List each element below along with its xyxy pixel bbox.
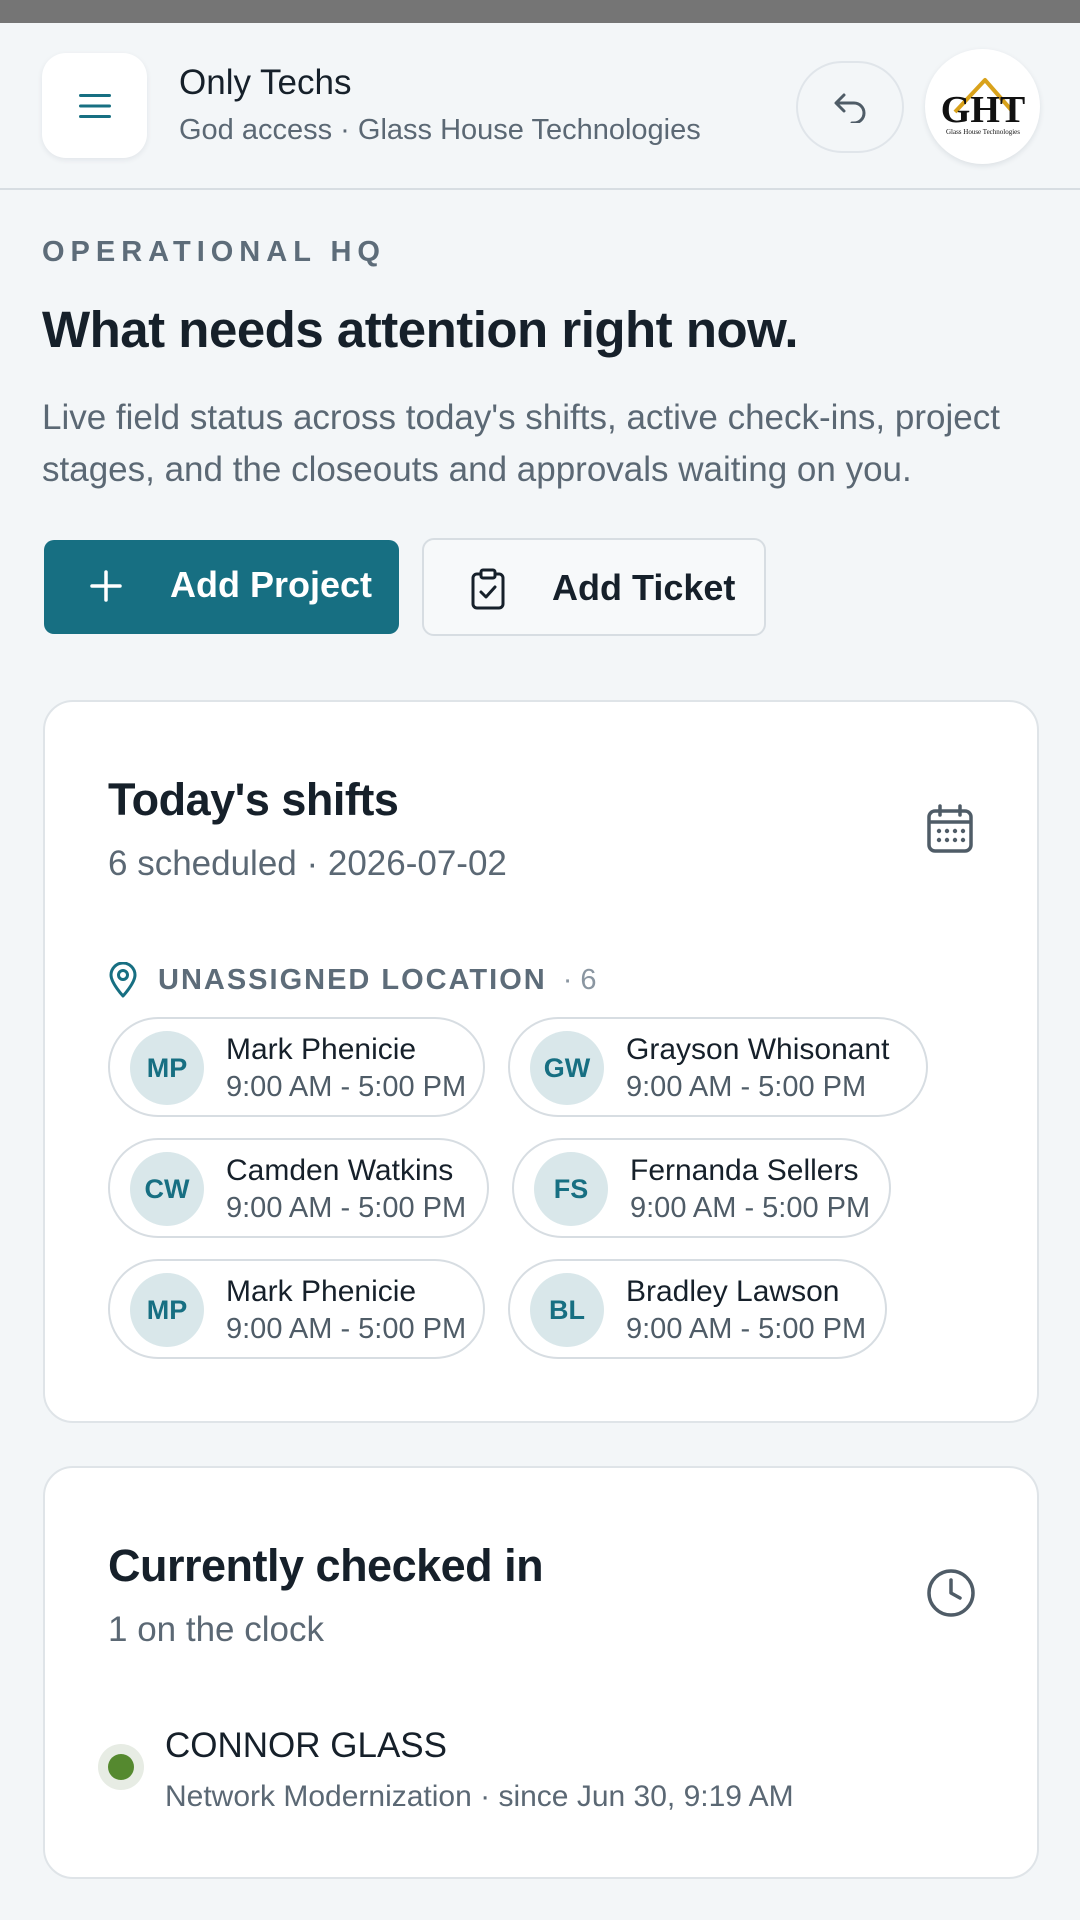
todays-shifts-card: Today's shifts 6 scheduled · 2026-07-02 … — [43, 700, 1039, 1423]
shift-chip[interactable]: GW Grayson Whisonant 9:00 AM - 5:00 PM — [508, 1017, 928, 1117]
shift-person-name: Mark Phenicie — [226, 1033, 417, 1066]
org-title: Only Techs — [179, 63, 352, 102]
shift-chip[interactable]: CW Camden Watkins 9:00 AM - 5:00 PM — [108, 1138, 489, 1238]
checked-in-person-name[interactable]: CONNOR GLASS — [165, 1726, 447, 1766]
shifts-subtitle: 6 scheduled · 2026-07-02 — [108, 844, 507, 883]
initials-avatar: MP — [130, 1273, 204, 1347]
checked-in-title: Currently checked in — [108, 1540, 544, 1591]
logo-text: GHT — [940, 89, 1024, 131]
calendar-icon — [927, 804, 973, 853]
location-group-header: UNASSIGNED LOCATION · 6 — [108, 960, 597, 1000]
org-subtitle: God access · Glass House Technologies — [179, 114, 701, 146]
section-eyebrow: OPERATIONAL HQ — [42, 236, 386, 268]
shift-chip[interactable]: BL Bradley Lawson 9:00 AM - 5:00 PM — [508, 1259, 887, 1359]
shift-time: 9:00 AM - 5:00 PM — [626, 1071, 867, 1103]
initials-avatar: FS — [534, 1152, 608, 1226]
shift-chip[interactable]: MP Mark Phenicie 9:00 AM - 5:00 PM — [108, 1017, 485, 1117]
menu-button[interactable] — [42, 53, 147, 158]
checked-in-subtitle: 1 on the clock — [108, 1610, 324, 1649]
shift-time: 9:00 AM - 5:00 PM — [226, 1192, 467, 1224]
map-pin-icon — [109, 962, 137, 998]
add-project-button[interactable]: Add Project — [44, 540, 399, 634]
initials-avatar: BL — [530, 1273, 604, 1347]
add-ticket-label: Add Ticket — [552, 567, 736, 608]
ght-logo-icon: GHT Glass House Technologies — [940, 77, 1025, 136]
plus-icon — [90, 570, 122, 602]
system-status-bar — [0, 0, 1080, 23]
shift-time: 9:00 AM - 5:00 PM — [226, 1071, 467, 1103]
shift-person-name: Camden Watkins — [226, 1154, 454, 1187]
location-count: · 6 — [562, 963, 597, 996]
shift-person-name: Bradley Lawson — [626, 1275, 840, 1308]
clipboard-check-icon — [471, 568, 505, 610]
page-headline: What needs attention right now. — [42, 301, 799, 358]
shift-time: 9:00 AM - 5:00 PM — [626, 1313, 867, 1345]
shift-chip[interactable]: MP Mark Phenicie 9:00 AM - 5:00 PM — [108, 1259, 485, 1359]
initials-avatar: MP — [130, 1031, 204, 1105]
shift-time: 9:00 AM - 5:00 PM — [630, 1192, 871, 1224]
undo-button[interactable] — [796, 61, 904, 153]
add-ticket-button[interactable]: Add Ticket — [422, 538, 766, 636]
checked-in-details: Network Modernization · since Jun 30, 9:… — [165, 1780, 794, 1813]
shift-person-name: Grayson Whisonant — [626, 1033, 890, 1066]
shifts-title: Today's shifts — [108, 774, 399, 825]
company-logo-avatar[interactable]: GHT Glass House Technologies — [925, 49, 1040, 164]
shift-person-name: Mark Phenicie — [226, 1275, 417, 1308]
app-header: Only Techs God access · Glass House Tech… — [0, 23, 1080, 190]
hamburger-menu-icon — [78, 93, 111, 118]
shift-chip[interactable]: FS Fernanda Sellers 9:00 AM - 5:00 PM — [512, 1138, 891, 1238]
checked-in-card: Currently checked in 1 on the clock CONN… — [43, 1466, 1039, 1879]
add-project-label: Add Project — [170, 564, 373, 605]
active-status-indicator — [98, 1744, 144, 1790]
initials-avatar: CW — [130, 1152, 204, 1226]
page-description: Live field status across today's shifts,… — [42, 398, 1000, 489]
shift-person-name: Fernanda Sellers — [630, 1154, 859, 1187]
location-label: UNASSIGNED LOCATION — [158, 963, 547, 996]
clock-icon — [927, 1569, 975, 1617]
undo-arrow-icon — [834, 93, 866, 123]
initials-avatar: GW — [530, 1031, 604, 1105]
logo-caption: Glass House Technologies — [945, 128, 1019, 136]
shift-time: 9:00 AM - 5:00 PM — [226, 1313, 467, 1345]
